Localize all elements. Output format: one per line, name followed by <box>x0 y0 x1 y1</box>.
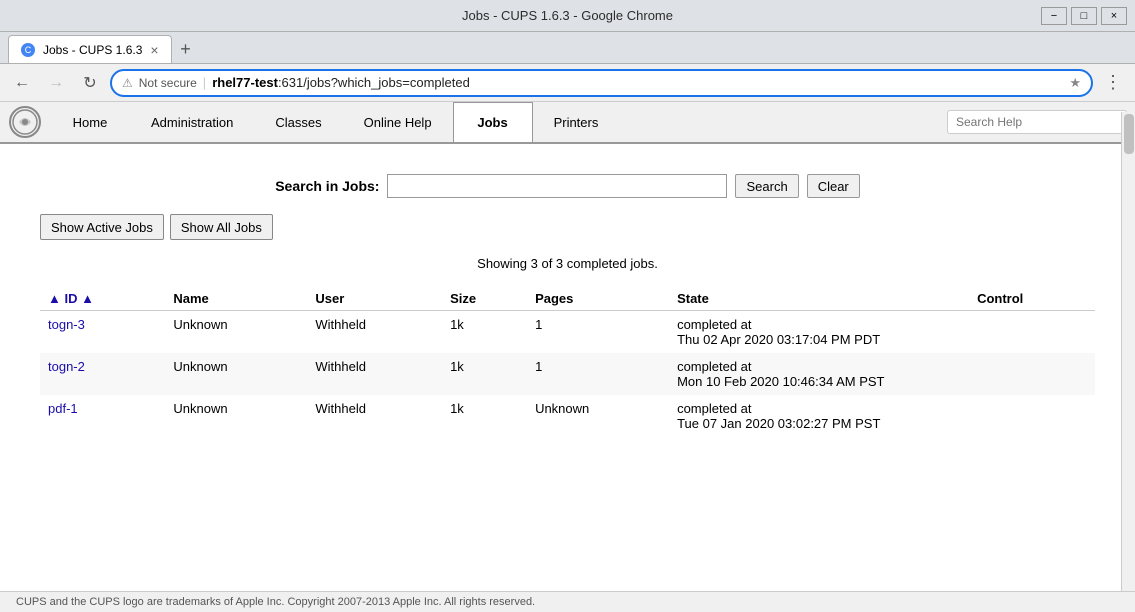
chrome-menu-button[interactable]: ⋮ <box>1099 69 1127 97</box>
cell-control <box>969 395 1095 437</box>
url-text: rhel77-test:631/jobs?which_jobs=complete… <box>212 75 1063 90</box>
cell-size: 1k <box>442 395 527 437</box>
security-icon: ⚠ <box>122 76 133 90</box>
url-domain: rhel77-test <box>212 75 278 90</box>
new-tab-button[interactable]: + <box>172 35 200 63</box>
cell-id: togn-3 <box>40 311 165 354</box>
col-header-pages: Pages <box>527 287 669 311</box>
title-bar: Jobs - CUPS 1.6.3 - Google Chrome − □ × <box>0 0 1135 32</box>
nav-item-printers[interactable]: Printers <box>533 102 620 142</box>
cell-name: Unknown <box>165 353 307 395</box>
url-path: :631/jobs?which_jobs=completed <box>278 75 470 90</box>
cups-nav: Home Administration Classes Online Help … <box>0 102 1135 144</box>
nav-item-home[interactable]: Home <box>50 102 130 142</box>
cell-pages: Unknown <box>527 395 669 437</box>
forward-button[interactable]: → <box>42 69 70 97</box>
col-header-name: Name <box>165 287 307 311</box>
cups-logo-circle <box>9 106 41 138</box>
cell-size: 1k <box>442 353 527 395</box>
footer: CUPS and the CUPS logo are trademarks of… <box>0 591 1135 612</box>
tab-title: Jobs - CUPS 1.6.3 <box>43 43 142 57</box>
showing-text: Showing 3 of 3 completed jobs. <box>40 256 1095 271</box>
nav-item-classes[interactable]: Classes <box>254 102 342 142</box>
cell-name: Unknown <box>165 311 307 354</box>
back-button[interactable]: ← <box>8 69 36 97</box>
search-section: Search in Jobs: Search Clear <box>40 174 1095 198</box>
nav-item-administration[interactable]: Administration <box>130 102 254 142</box>
cell-pages: 1 <box>527 353 669 395</box>
search-label: Search in Jobs: <box>275 178 379 194</box>
table-row: pdf-1 Unknown Withheld 1k Unknown comple… <box>40 395 1095 437</box>
close-button[interactable]: × <box>1101 7 1127 25</box>
cell-pages: 1 <box>527 311 669 354</box>
maximize-button[interactable]: □ <box>1071 7 1097 25</box>
bookmark-icon[interactable]: ★ <box>1069 75 1081 91</box>
show-active-jobs-button[interactable]: Show Active Jobs <box>40 214 164 240</box>
col-header-id[interactable]: ▲ ID ▲ <box>40 287 165 311</box>
cell-user: Withheld <box>307 395 442 437</box>
job-buttons: Show Active Jobs Show All Jobs <box>40 214 1095 240</box>
nav-items: Home Administration Classes Online Help … <box>50 102 947 142</box>
security-label: Not secure <box>139 76 197 90</box>
browser-tab[interactable]: C Jobs - CUPS 1.6.3 × <box>8 35 172 63</box>
job-id-link[interactable]: togn-2 <box>48 359 85 374</box>
col-header-size: Size <box>442 287 527 311</box>
search-input[interactable] <box>387 174 727 198</box>
cell-user: Withheld <box>307 311 442 354</box>
jobs-table: ▲ ID ▲ Name User Size Pages State <box>40 287 1095 437</box>
cell-control <box>969 353 1095 395</box>
table-row: togn-2 Unknown Withheld 1k 1 completed a… <box>40 353 1095 395</box>
window-controls: − □ × <box>1041 7 1127 25</box>
tab-close-button[interactable]: × <box>150 42 158 58</box>
tab-favicon: C <box>21 43 35 57</box>
footer-text: CUPS and the CUPS logo are trademarks of… <box>16 596 535 608</box>
nav-item-online-help[interactable]: Online Help <box>343 102 453 142</box>
table-header-row: ▲ ID ▲ Name User Size Pages State <box>40 287 1095 311</box>
job-id-link[interactable]: pdf-1 <box>48 401 78 416</box>
cups-logo <box>0 102 50 142</box>
cell-size: 1k <box>442 311 527 354</box>
content-area: Search in Jobs: Search Clear Show Active… <box>0 144 1135 457</box>
search-button[interactable]: Search <box>735 174 798 198</box>
job-id-link[interactable]: togn-3 <box>48 317 85 332</box>
nav-item-jobs[interactable]: Jobs <box>453 102 533 142</box>
tab-bar: C Jobs - CUPS 1.6.3 × + <box>0 32 1135 64</box>
cell-user: Withheld <box>307 353 442 395</box>
cell-id: pdf-1 <box>40 395 165 437</box>
cell-state: completed at Tue 07 Jan 2020 03:02:27 PM… <box>669 395 969 437</box>
cell-state: completed at Thu 02 Apr 2020 03:17:04 PM… <box>669 311 969 354</box>
cell-id: togn-2 <box>40 353 165 395</box>
url-bar[interactable]: ⚠ Not secure | rhel77-test:631/jobs?whic… <box>110 69 1093 97</box>
table-row: togn-3 Unknown Withheld 1k 1 completed a… <box>40 311 1095 354</box>
cell-state: completed at Mon 10 Feb 2020 10:46:34 AM… <box>669 353 969 395</box>
col-header-state: State <box>669 287 969 311</box>
cell-control <box>969 311 1095 354</box>
clear-button[interactable]: Clear <box>807 174 860 198</box>
scrollbar[interactable] <box>1121 112 1135 592</box>
col-header-control: Control <box>969 287 1095 311</box>
search-help-input[interactable] <box>947 110 1127 134</box>
minimize-button[interactable]: − <box>1041 7 1067 25</box>
window-title: Jobs - CUPS 1.6.3 - Google Chrome <box>462 8 673 23</box>
reload-button[interactable]: ↻ <box>76 69 104 97</box>
cell-name: Unknown <box>165 395 307 437</box>
address-bar: ← → ↻ ⚠ Not secure | rhel77-test:631/job… <box>0 64 1135 102</box>
col-header-user: User <box>307 287 442 311</box>
show-all-jobs-button[interactable]: Show All Jobs <box>170 214 273 240</box>
scroll-thumb[interactable] <box>1124 114 1134 154</box>
